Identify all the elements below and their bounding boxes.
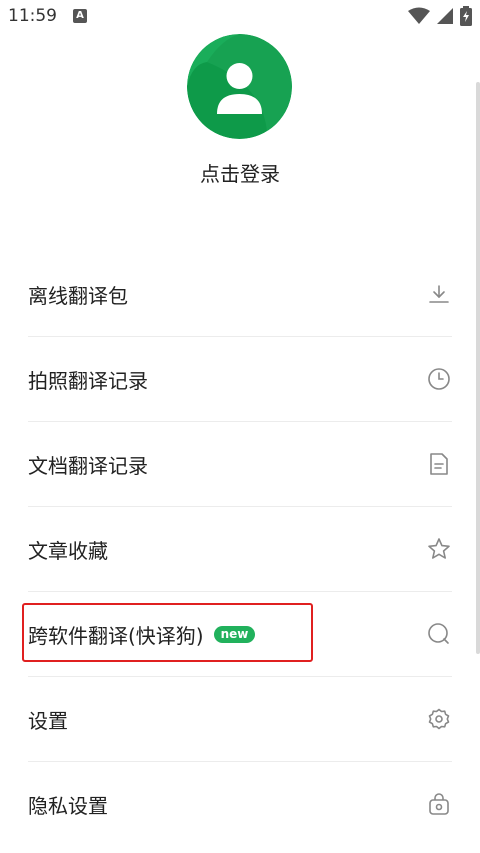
menu-item-label: 设置 (28, 708, 68, 733)
download-icon (426, 281, 452, 307)
menu-item-document-history[interactable]: 文档翻译记录 (28, 422, 452, 507)
battery-charging-icon (460, 6, 472, 26)
star-icon (426, 536, 452, 562)
status-bar: 11:59 A (0, 0, 480, 34)
menu-item-offline-pack[interactable]: 离线翻译包 (28, 252, 452, 337)
search-icon (426, 621, 452, 647)
menu-list: 离线翻译包 拍照翻译记录 文档翻译记录 文章收藏 跨软件翻译(快译狗) new … (28, 252, 452, 846)
document-icon (426, 451, 452, 477)
status-time: 11:59 (8, 6, 57, 26)
menu-item-label: 文档翻译记录 (28, 453, 148, 478)
highlight-box (22, 603, 313, 662)
menu-item-article-favorites[interactable]: 文章收藏 (28, 507, 452, 592)
signal-icon (437, 8, 453, 24)
menu-item-photo-history[interactable]: 拍照翻译记录 (28, 337, 452, 422)
menu-item-label: 隐私设置 (28, 793, 108, 818)
menu-item-label: 离线翻译包 (28, 283, 128, 308)
login-label[interactable]: 点击登录 (0, 158, 480, 187)
a-icon: A (73, 9, 87, 23)
clock-icon (426, 366, 452, 392)
wifi-icon (408, 7, 430, 24)
menu-item-privacy-settings[interactable]: 隐私设置 (28, 762, 452, 846)
status-icons (408, 6, 472, 26)
avatar[interactable] (187, 34, 292, 139)
menu-item-label: 文章收藏 (28, 538, 108, 563)
lock-icon (426, 791, 452, 817)
menu-item-label: 拍照翻译记录 (28, 368, 148, 393)
user-avatar-icon (187, 34, 292, 139)
gear-icon (426, 706, 452, 732)
menu-item-settings[interactable]: 设置 (28, 677, 452, 762)
